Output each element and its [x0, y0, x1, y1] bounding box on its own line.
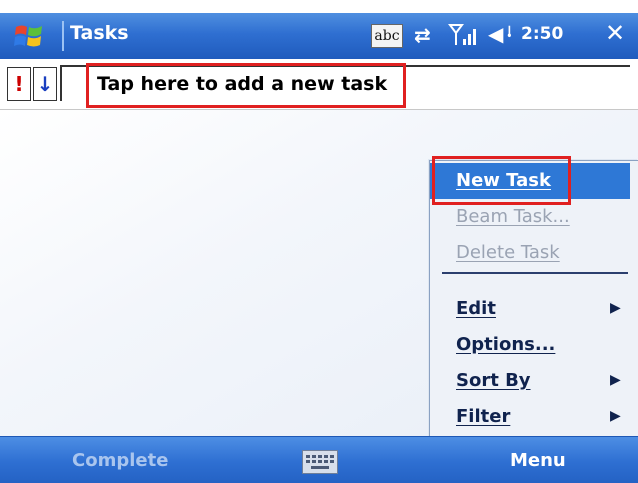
menu-softkey[interactable]: Menu — [510, 450, 566, 471]
submenu-arrow-icon: ▶ — [610, 408, 621, 424]
menu-item-label: Edit — [456, 298, 496, 319]
windows-start-icon[interactable] — [14, 22, 44, 50]
signal-icon[interactable] — [448, 23, 478, 47]
keyboard-icon[interactable] — [302, 450, 338, 474]
priority-low-button[interactable]: ↓ — [33, 67, 57, 101]
complete-softkey[interactable]: Complete — [72, 450, 168, 471]
app-title: Tasks — [70, 22, 129, 44]
input-mode-icon[interactable]: abc — [371, 24, 403, 48]
title-bar: Tasks abc ⇄ ◀ᛍ 2:50 ✕ — [0, 13, 638, 60]
menu-item-label: Options... — [456, 334, 556, 355]
sync-icon[interactable]: ⇄ — [414, 23, 431, 47]
menu-item-label: Filter — [456, 406, 511, 427]
highlight-new-task-menu-item — [432, 156, 571, 205]
submenu-arrow-icon: ▶ — [610, 372, 621, 388]
close-icon[interactable]: ✕ — [605, 19, 625, 47]
menu-item-label: Delete Task — [456, 242, 560, 263]
menu-item-delete-task: Delete Task — [430, 235, 630, 271]
clock[interactable]: 2:50 — [521, 24, 563, 44]
menu-item-edit[interactable]: Edit ▶ — [430, 291, 630, 327]
menu-item-label: Sort By — [456, 370, 531, 391]
priority-high-button[interactable]: ! — [7, 67, 31, 101]
menu-item-sort-by[interactable]: Sort By ▶ — [430, 363, 630, 399]
menu-separator — [442, 272, 628, 274]
menu-item-options[interactable]: Options... — [430, 327, 630, 363]
menu-item-label: Beam Task... — [456, 206, 570, 227]
top-strip — [0, 0, 638, 13]
volume-icon[interactable]: ◀ᛍ — [488, 22, 515, 46]
soft-key-bar: Complete Menu — [0, 436, 638, 483]
menu-item-filter[interactable]: Filter ▶ — [430, 399, 630, 435]
title-separator — [62, 21, 64, 51]
submenu-arrow-icon: ▶ — [610, 300, 621, 316]
highlight-new-task-input — [86, 63, 406, 108]
